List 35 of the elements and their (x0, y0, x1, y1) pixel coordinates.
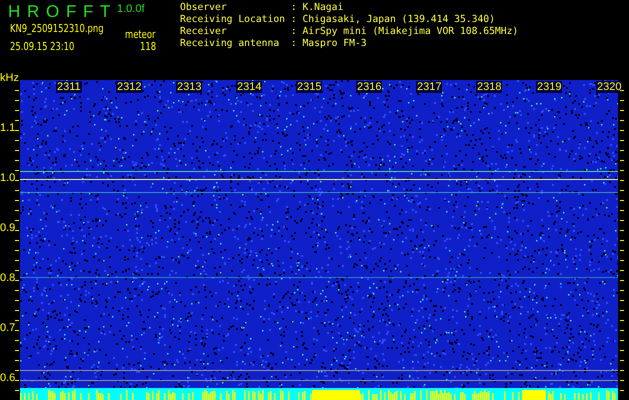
meteor-label: meteor (125, 28, 156, 41)
time-label: 2317 (416, 81, 442, 93)
info-value: Chigasaki, Japan (139.414 35.340) (302, 14, 495, 26)
info-value: AirSpy mini (Miakejima VOR 108.65MHz) (302, 26, 518, 38)
info-separator: : (290, 14, 298, 26)
axis-label: 1.0 (0, 172, 16, 184)
meteor-count: 118 (140, 40, 156, 53)
axis-label: 0.8 (0, 272, 16, 284)
file-name: KN9_2509152310.png (10, 22, 104, 35)
time-label: 2314 (236, 81, 262, 93)
app-title: H R O F F T (8, 2, 112, 22)
time-label: 2313 (176, 81, 202, 93)
info-separator: : (290, 2, 298, 14)
time-label: 2318 (476, 81, 502, 93)
time-label: 2315 (296, 81, 322, 93)
axis-label: 0.7 (0, 322, 16, 334)
info-label: Observer (180, 2, 228, 14)
time-label: 2311 (56, 81, 82, 93)
info-separator: : (290, 38, 298, 50)
axis-unit: kHz (0, 72, 19, 84)
axis-label: 0.6 (0, 372, 16, 384)
time-label: 2312 (116, 81, 142, 93)
time-label: 2320 (596, 81, 622, 93)
info-separator: : (290, 26, 298, 38)
info-label: Receiving antenna (180, 38, 280, 50)
timestamp: 25.09.15 23:10 (10, 40, 74, 53)
time-label: 2319 (536, 81, 562, 93)
time-label: 2316 (356, 81, 382, 93)
axis-label: 1.1 (0, 122, 16, 134)
info-label: Receiver (180, 26, 228, 38)
axis-label: 0.9 (0, 222, 16, 234)
info-value: Maspro FM-3 (302, 38, 367, 50)
info-label: Receiving Location (180, 14, 286, 26)
version-label: 1.0.0f (117, 3, 145, 15)
info-value: K.Nagai (302, 2, 344, 14)
